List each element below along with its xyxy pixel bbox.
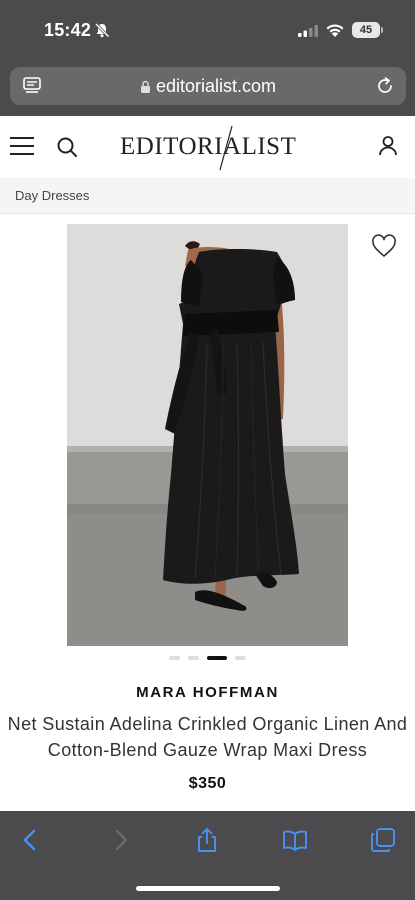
browser-toolbar bbox=[0, 811, 415, 900]
product-name: Net Sustain Adelina Crinkled Organic Lin… bbox=[7, 714, 408, 760]
product-image[interactable] bbox=[67, 224, 348, 646]
logo-slash-mark bbox=[219, 125, 233, 171]
product-photo bbox=[67, 224, 348, 646]
status-time: 15:42 bbox=[44, 20, 92, 40]
product-brand[interactable]: MARA HOFFMAN bbox=[0, 684, 415, 701]
bell-slash-icon bbox=[94, 22, 110, 38]
home-indicator bbox=[136, 886, 280, 891]
heart-outline-icon[interactable] bbox=[371, 234, 397, 258]
breadcrumb-day-dresses[interactable]: Day Dresses bbox=[15, 188, 89, 203]
url-text: editorialist.com bbox=[155, 75, 277, 96]
status-bar: 15:42 45 bbox=[0, 0, 415, 60]
account-icon[interactable] bbox=[378, 135, 398, 157]
wifi-icon bbox=[326, 24, 344, 37]
forward-icon[interactable] bbox=[107, 827, 133, 853]
tabs-icon[interactable] bbox=[370, 827, 396, 853]
carousel-dot[interactable] bbox=[188, 656, 199, 660]
breadcrumb: Day Dresses bbox=[0, 178, 415, 214]
bookmarks-icon[interactable] bbox=[282, 827, 308, 853]
back-icon[interactable] bbox=[18, 827, 44, 853]
site-header: EDITORIALIST bbox=[0, 116, 415, 178]
product-detail: MARA HOFFMAN Net Sustain Adelina Crinkle… bbox=[0, 214, 415, 811]
image-carousel-dots[interactable] bbox=[0, 656, 415, 662]
signal-icon bbox=[298, 25, 318, 37]
carousel-dot[interactable] bbox=[169, 656, 180, 660]
battery-icon: 45 bbox=[352, 22, 383, 38]
search-icon[interactable] bbox=[56, 136, 78, 158]
address-bar[interactable]: editorialist.com bbox=[10, 67, 406, 105]
lock-icon bbox=[140, 80, 150, 93]
site-logo[interactable]: EDITORIALIST bbox=[120, 125, 298, 171]
carousel-dot[interactable] bbox=[235, 656, 246, 660]
browser-top-chrome: 15:42 45 editorialist.com bbox=[0, 0, 415, 116]
carousel-dot-active[interactable] bbox=[207, 656, 227, 660]
url-display[interactable]: editorialist.com bbox=[10, 67, 406, 105]
menu-icon[interactable] bbox=[10, 137, 34, 157]
logo-text-left: EDITORI bbox=[120, 133, 224, 160]
battery-level: 45 bbox=[359, 24, 373, 36]
share-icon[interactable] bbox=[194, 827, 220, 853]
reload-icon[interactable] bbox=[375, 76, 395, 96]
product-price: $350 bbox=[188, 775, 227, 792]
